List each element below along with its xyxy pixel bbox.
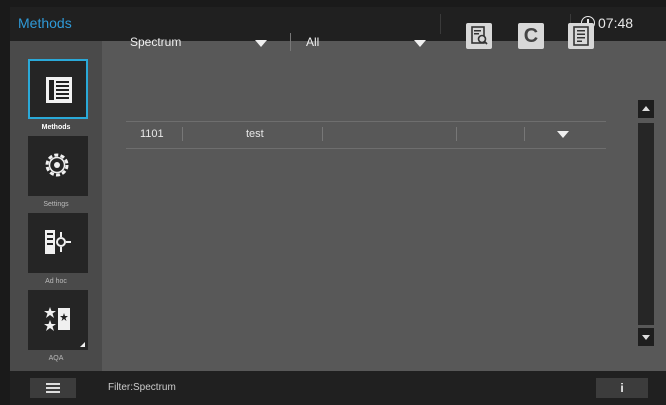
top-divider xyxy=(440,14,441,34)
gear-icon xyxy=(45,153,69,177)
app-screen: Methods 07:48 Methods Settings Ad hoc AQ… xyxy=(10,7,666,405)
scroll-down-button[interactable] xyxy=(638,328,654,346)
sidebar-item-label: AQA xyxy=(48,355,64,362)
document-list-icon xyxy=(573,26,589,46)
row-divider xyxy=(322,127,323,141)
sidebar: Methods Settings Ad hoc AQA xyxy=(10,41,102,371)
chevron-down-icon[interactable] xyxy=(255,40,267,47)
page-title: Methods xyxy=(18,15,72,31)
search-method-button[interactable] xyxy=(466,23,492,49)
method-details-button[interactable] xyxy=(568,23,594,49)
aqa-stars-icon xyxy=(44,307,70,331)
scope-filter-value: All xyxy=(306,35,320,49)
type-filter-value: Spectrum xyxy=(130,35,182,49)
scope-filter-dropdown[interactable]: All xyxy=(306,35,319,49)
method-name: test xyxy=(246,128,264,140)
scroll-up-button[interactable] xyxy=(638,100,654,118)
sidebar-item-aqa[interactable] xyxy=(28,290,88,350)
adhoc-icon xyxy=(45,230,71,254)
bottom-bar: Filter:Spectrum i xyxy=(10,371,666,405)
filter-divider xyxy=(290,33,291,51)
info-button[interactable]: i xyxy=(596,378,648,398)
document-search-icon xyxy=(471,26,488,45)
clock-time: 07:48 xyxy=(598,15,634,31)
menu-icon xyxy=(46,387,60,389)
scrollbar-track[interactable] xyxy=(638,123,654,325)
methods-list-icon xyxy=(46,77,72,103)
row-divider xyxy=(456,127,457,141)
status-text: Filter:Spectrum xyxy=(108,382,176,393)
row-expand-chevron-icon[interactable] xyxy=(557,131,569,138)
row-divider xyxy=(182,127,183,141)
chevron-down-icon[interactable] xyxy=(414,40,426,47)
type-filter-dropdown[interactable]: Spectrum xyxy=(130,35,181,49)
sidebar-item-label: Ad hoc xyxy=(45,278,67,285)
row-divider xyxy=(524,127,525,141)
method-number: 1101 xyxy=(140,128,164,140)
corner-indicator xyxy=(80,342,85,347)
menu-icon xyxy=(46,391,60,393)
menu-icon xyxy=(46,383,60,385)
menu-button[interactable] xyxy=(30,378,76,398)
sidebar-item-label: Methods xyxy=(41,124,71,131)
sidebar-item-label: Settings xyxy=(43,201,69,208)
c-button[interactable]: C xyxy=(518,23,544,49)
table-row[interactable]: 1101 test xyxy=(126,121,606,149)
sidebar-item-adhoc[interactable] xyxy=(28,213,88,273)
sidebar-item-methods[interactable] xyxy=(28,59,88,119)
sidebar-item-settings[interactable] xyxy=(28,136,88,196)
